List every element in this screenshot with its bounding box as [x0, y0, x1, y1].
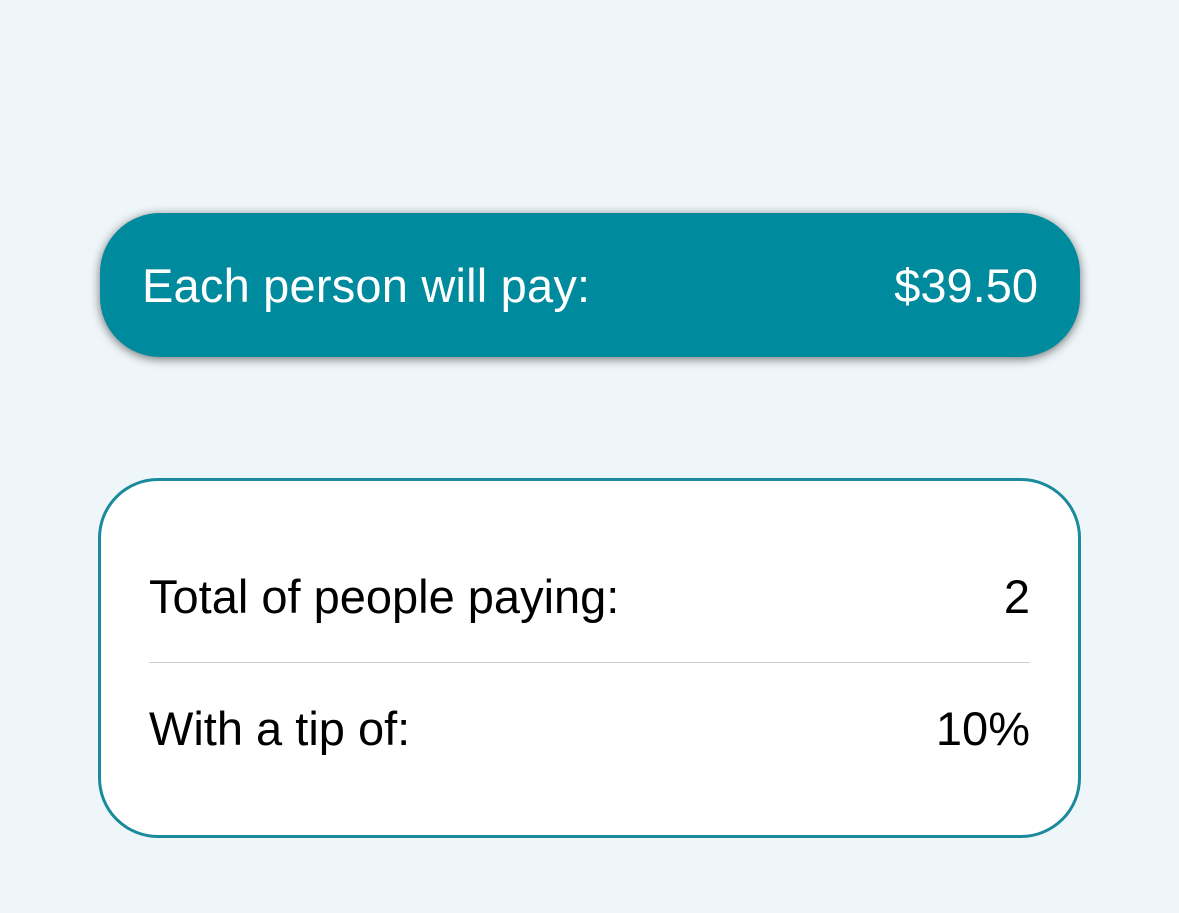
- details-card: Total of people paying: 2 With a tip of:…: [98, 478, 1081, 838]
- people-count-label: Total of people paying:: [149, 570, 620, 623]
- tip-label: With a tip of:: [149, 702, 411, 755]
- people-count-row: Total of people paying: 2: [149, 531, 1030, 662]
- tip-row: With a tip of: 10%: [149, 663, 1030, 794]
- people-count-value: 2: [1003, 570, 1030, 623]
- per-person-amount: $39.50: [894, 258, 1038, 312]
- tip-value: 10%: [935, 702, 1030, 755]
- per-person-total-card: Each person will pay: $39.50: [100, 213, 1080, 357]
- per-person-label: Each person will pay:: [142, 258, 591, 312]
